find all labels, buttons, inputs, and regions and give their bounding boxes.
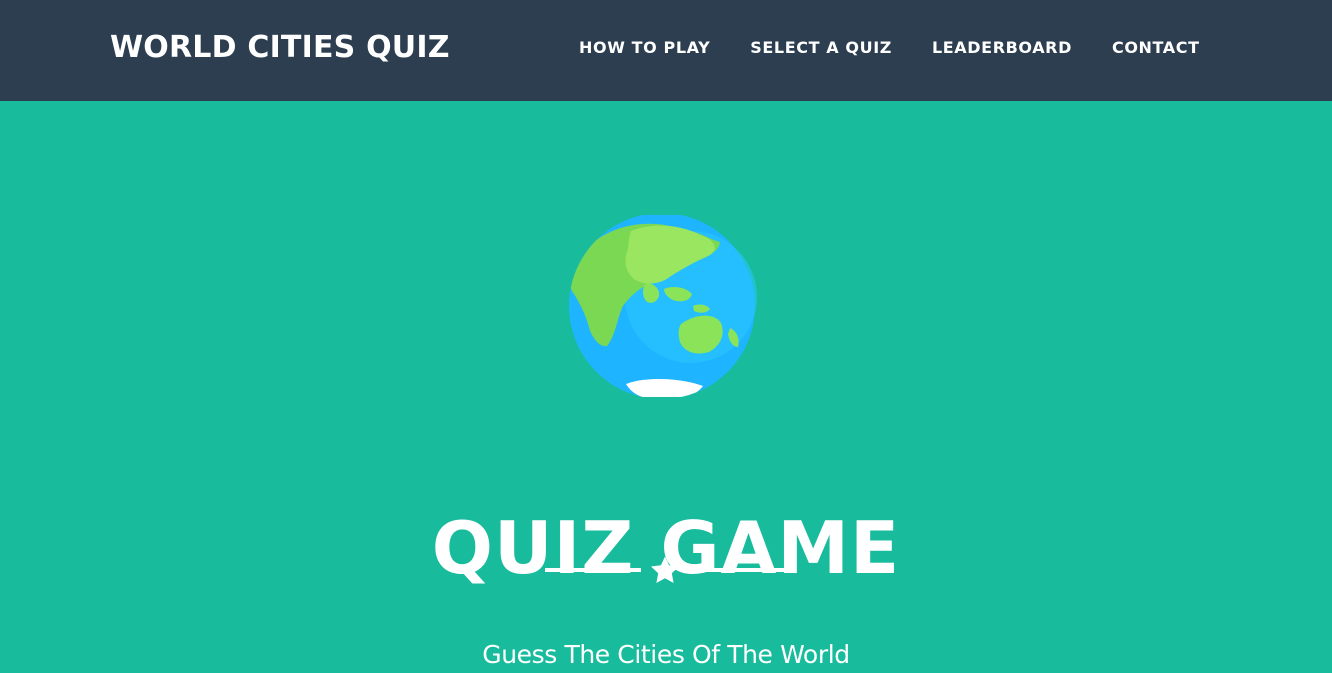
nav-link-contact[interactable]: CONTACT	[1092, 30, 1220, 65]
divider-line-right	[689, 568, 785, 572]
brand-link[interactable]: WORLD CITIES QUIZ	[110, 28, 450, 68]
nav-link-leaderboard[interactable]: LEADERBOARD	[912, 30, 1092, 65]
hero-subtitle: Guess The Cities Of The World	[482, 640, 850, 669]
nav-links: HOW TO PLAY SELECT A QUIZ LEADERBOARD CO…	[559, 30, 1220, 64]
globe-icon	[569, 215, 757, 397]
navbar: WORLD CITIES QUIZ HOW TO PLAY SELECT A Q…	[0, 0, 1332, 101]
nav-link-how-to-play[interactable]: HOW TO PLAY	[559, 30, 730, 65]
divider-line-left	[545, 568, 641, 572]
star-icon	[651, 556, 679, 583]
nav-link-select-a-quiz[interactable]: SELECT A QUIZ	[730, 30, 912, 65]
star-divider	[545, 553, 785, 587]
